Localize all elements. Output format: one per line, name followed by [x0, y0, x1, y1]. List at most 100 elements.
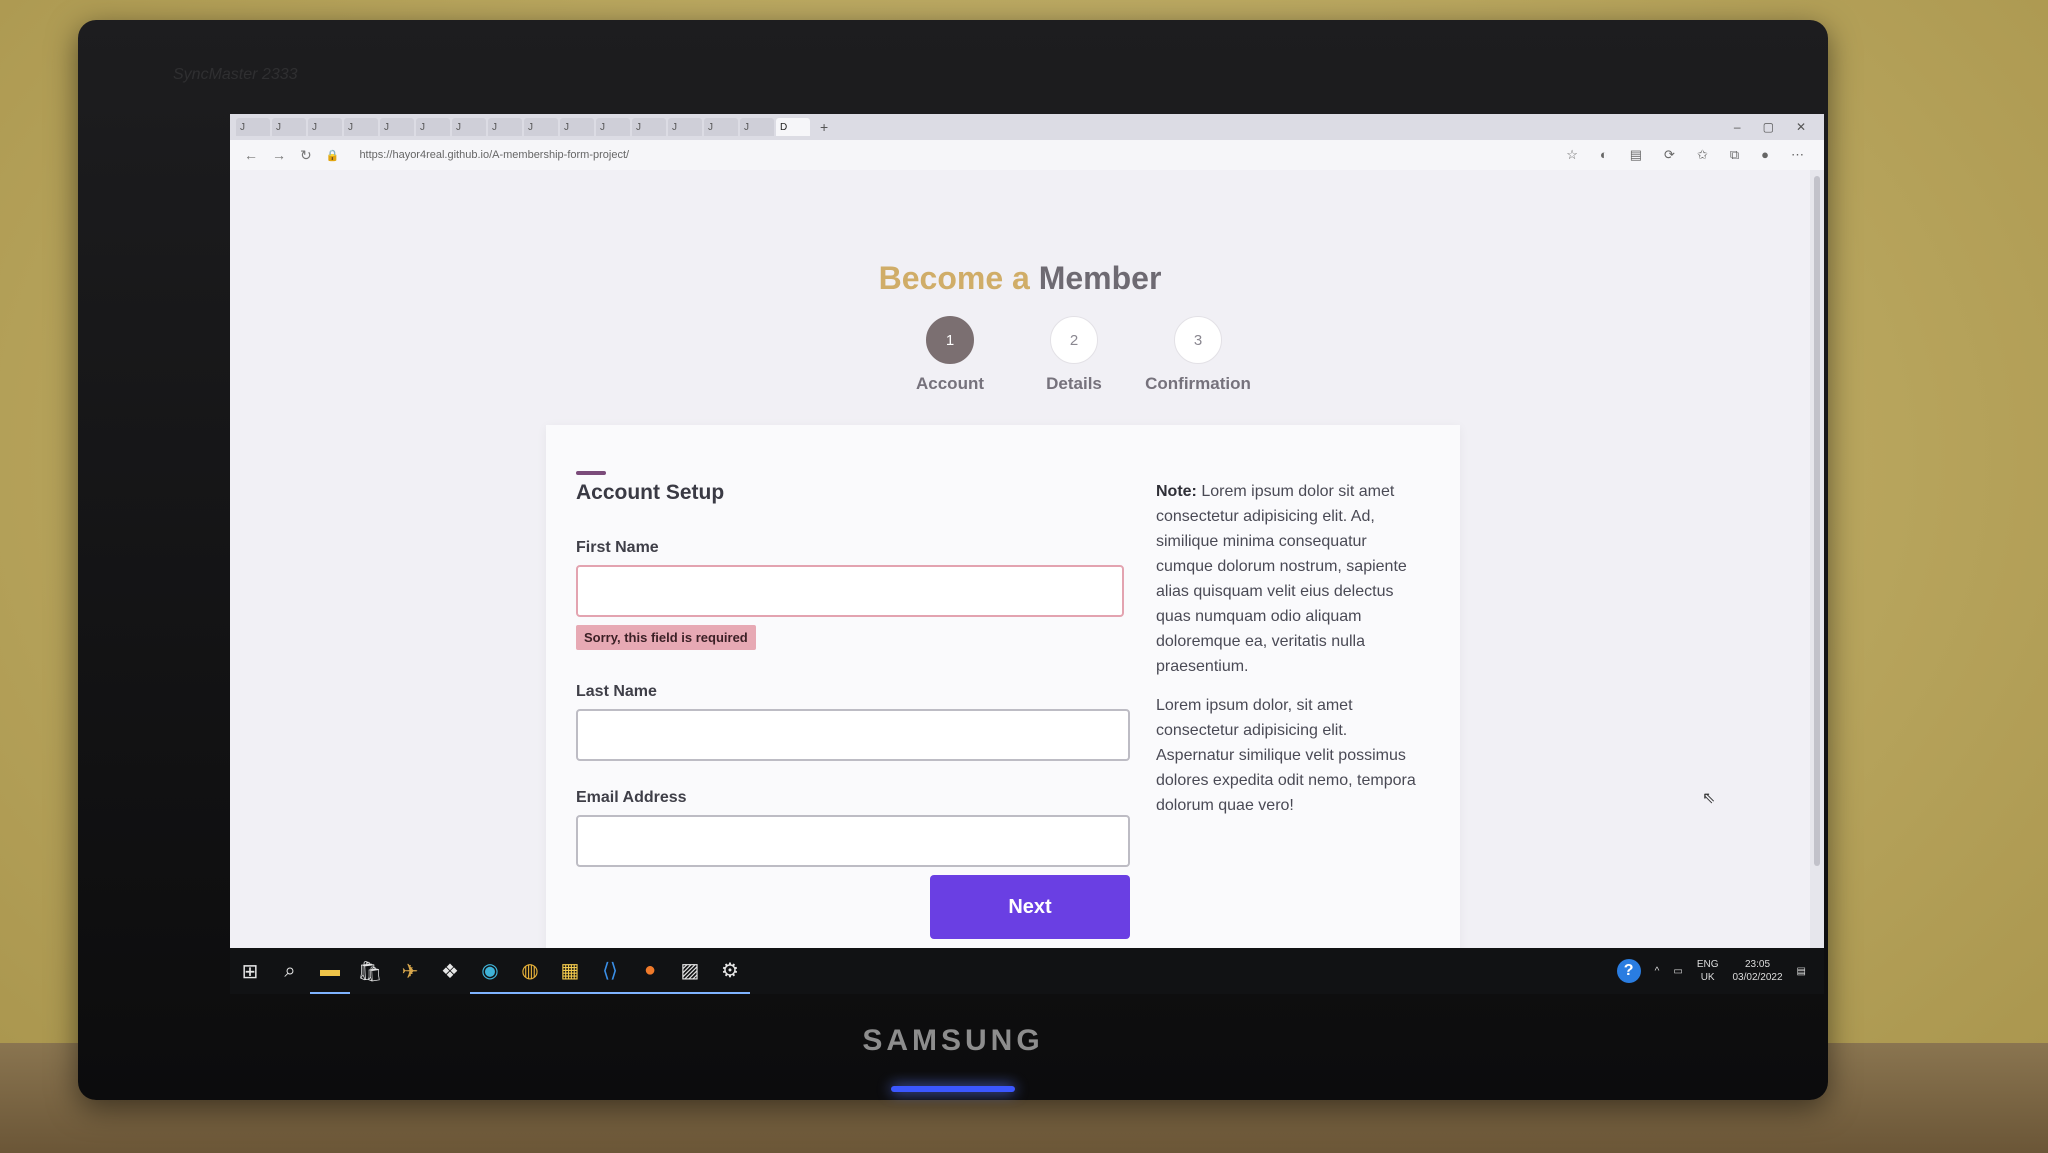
favorites-icon[interactable]: ✩ — [1697, 147, 1708, 163]
scrollbar-thumb[interactable] — [1814, 176, 1820, 866]
step-label: Confirmation — [1145, 374, 1251, 393]
close-icon[interactable]: ✕ — [1796, 120, 1806, 134]
browser-tab[interactable]: J — [272, 118, 306, 136]
note-text-1: Lorem ipsum dolor sit amet consectetur a… — [1156, 483, 1407, 675]
browser-tab[interactable]: J — [524, 118, 558, 136]
reading-icon[interactable]: ▤ — [1630, 147, 1642, 163]
step-label: Details — [1046, 374, 1102, 393]
page-viewport: Become a Member 1 Account 2 Details 3 Co… — [230, 170, 1810, 985]
address-bar: ← → ↻ 🔒 https://hayor4real.github.io/A-m… — [230, 140, 1824, 171]
step-confirmation[interactable]: 3 Confirmation — [1145, 316, 1251, 394]
favorite-add-icon[interactable]: ☆ — [1566, 147, 1578, 163]
forward-icon[interactable]: → — [272, 147, 286, 163]
maximize-icon[interactable]: ▢ — [1763, 120, 1774, 134]
page-title: Become a Member — [230, 260, 1810, 297]
page-title-main: Member — [1038, 260, 1162, 296]
clock-date: 03/02/2022 — [1732, 972, 1783, 983]
extension-icon[interactable]: ◐ — [1600, 147, 1608, 163]
more-icon[interactable]: ⋯ — [1791, 147, 1804, 163]
file-explorer-icon[interactable]: ▬ — [310, 948, 350, 994]
browser-tab[interactable]: J — [308, 118, 342, 136]
browser-toolbar: ☆ ◐ ▤ ⟳ ✩ ⧉ ● ⋯ — [1566, 147, 1824, 163]
app-icon[interactable]: ✈ — [390, 948, 430, 994]
reload-icon[interactable]: ↻ — [300, 147, 312, 164]
settings-icon[interactable]: ⚙ — [710, 948, 750, 994]
browser-tab[interactable]: J — [704, 118, 738, 136]
page-title-prefix: Become a — [878, 260, 1039, 296]
minimize-icon[interactable]: – — [1734, 120, 1741, 134]
new-tab-icon[interactable]: + — [812, 119, 836, 135]
note-label: Note: — [1156, 483, 1197, 500]
window-controls: – ▢ ✕ — [1734, 120, 1824, 134]
search-icon[interactable]: ⌕ — [270, 948, 310, 994]
files-icon[interactable]: ▦ — [550, 948, 590, 994]
page-scrollbar[interactable] — [1810, 170, 1824, 948]
browser-tab-strip: J J J J J J J J J J J J J J J D + – ▢ ✕ — [230, 114, 1824, 140]
vscode-icon[interactable]: ⟨⟩ — [590, 948, 630, 994]
url-field[interactable]: https://hayor4real.github.io/A-membershi… — [359, 149, 629, 161]
power-led — [891, 1086, 1015, 1092]
help-icon[interactable]: ? — [1616, 959, 1641, 983]
progress-stepper: 1 Account 2 Details 3 Confirmation — [905, 316, 1251, 394]
last-name-label: Last Name — [576, 683, 657, 700]
browser-tab[interactable]: J — [560, 118, 594, 136]
step-number: 1 — [926, 316, 974, 364]
browser-tab-active[interactable]: D — [776, 118, 810, 136]
browser-tab[interactable]: J — [344, 118, 378, 136]
heading-accent-bar — [576, 471, 606, 475]
mouse-cursor-icon: ⇖ — [1702, 790, 1716, 807]
screen: J J J J J J J J J J J J J J J D + – ▢ ✕ … — [230, 114, 1824, 994]
form-card: Account Setup First Name Sorry, this fie… — [546, 425, 1460, 985]
note-paragraph-1: Note: Lorem ipsum dolor sit amet consect… — [1156, 479, 1428, 679]
note-paragraph-2: Lorem ipsum dolor, sit amet consectetur … — [1156, 697, 1416, 814]
browser-tab[interactable]: J — [488, 118, 522, 136]
chrome-icon[interactable]: ◍ — [510, 948, 550, 994]
step-label: Account — [916, 374, 984, 393]
last-name-field[interactable] — [576, 709, 1130, 761]
store-icon[interactable]: 🛍 — [350, 948, 390, 994]
step-details[interactable]: 2 Details — [1029, 316, 1119, 394]
monitor-model: SyncMaster 2333 — [173, 66, 298, 83]
first-name-error: Sorry, this field is required — [576, 625, 756, 650]
network-icon[interactable]: ▭ — [1673, 966, 1682, 977]
start-icon[interactable]: ⊞ — [230, 948, 270, 994]
clock-time: 23:05 — [1745, 959, 1771, 970]
edge-icon[interactable]: ◉ — [470, 948, 510, 994]
dropbox-icon[interactable]: ❖ — [430, 948, 470, 994]
browser-tab[interactable]: J — [668, 118, 702, 136]
system-tray: ? ^ ▭ ENG UK 23:05 03/02/2022 ▤ — [1616, 958, 1824, 984]
browser-tab[interactable]: J — [596, 118, 630, 136]
step-number: 2 — [1050, 316, 1098, 364]
first-name-field[interactable] — [576, 565, 1124, 617]
refresh-extension-icon[interactable]: ⟳ — [1664, 147, 1675, 163]
monitor-bezel: SyncMaster 2333 J J J J J J J J J J J J … — [78, 20, 1828, 1100]
collections-icon[interactable]: ⧉ — [1730, 147, 1739, 163]
language-code: ENG — [1696, 959, 1719, 970]
region-code: UK — [1700, 972, 1715, 983]
email-field[interactable] — [576, 815, 1130, 867]
step-account[interactable]: 1 Account — [905, 316, 995, 394]
browser-tab[interactable]: J — [740, 118, 774, 136]
back-icon[interactable]: ← — [244, 147, 258, 163]
note-panel: Note: Lorem ipsum dolor sit amet consect… — [1156, 479, 1428, 832]
browser-tab[interactable]: J — [416, 118, 450, 136]
browser-tab[interactable]: J — [632, 118, 666, 136]
clock[interactable]: 23:05 03/02/2022 — [1732, 958, 1782, 984]
next-button[interactable]: Next — [930, 875, 1130, 939]
email-label: Email Address — [576, 789, 687, 806]
chevron-up-icon[interactable]: ^ — [1655, 966, 1660, 977]
first-name-label: First Name — [576, 539, 659, 556]
notifications-icon[interactable]: ▤ — [1797, 966, 1806, 977]
form-heading: Account Setup — [576, 481, 725, 504]
lock-icon: 🔒 — [325, 149, 340, 162]
browser-tab[interactable]: J — [452, 118, 486, 136]
browser-tab[interactable]: J — [236, 118, 270, 136]
photos-icon[interactable]: ▨ — [670, 948, 710, 994]
firefox-icon[interactable]: ● — [630, 948, 670, 994]
language-indicator[interactable]: ENG UK — [1697, 958, 1719, 984]
taskbar: ⊞ ⌕ ▬ 🛍 ✈ ❖ ◉ ◍ ▦ ⟨⟩ ● ▨ ⚙ ? ^ ▭ ENG UK — [230, 948, 1824, 994]
profile-icon[interactable]: ● — [1761, 147, 1769, 163]
monitor-brand-logo: SAMSUNG — [862, 1024, 1044, 1057]
browser-tab[interactable]: J — [380, 118, 414, 136]
step-number: 3 — [1174, 316, 1222, 364]
